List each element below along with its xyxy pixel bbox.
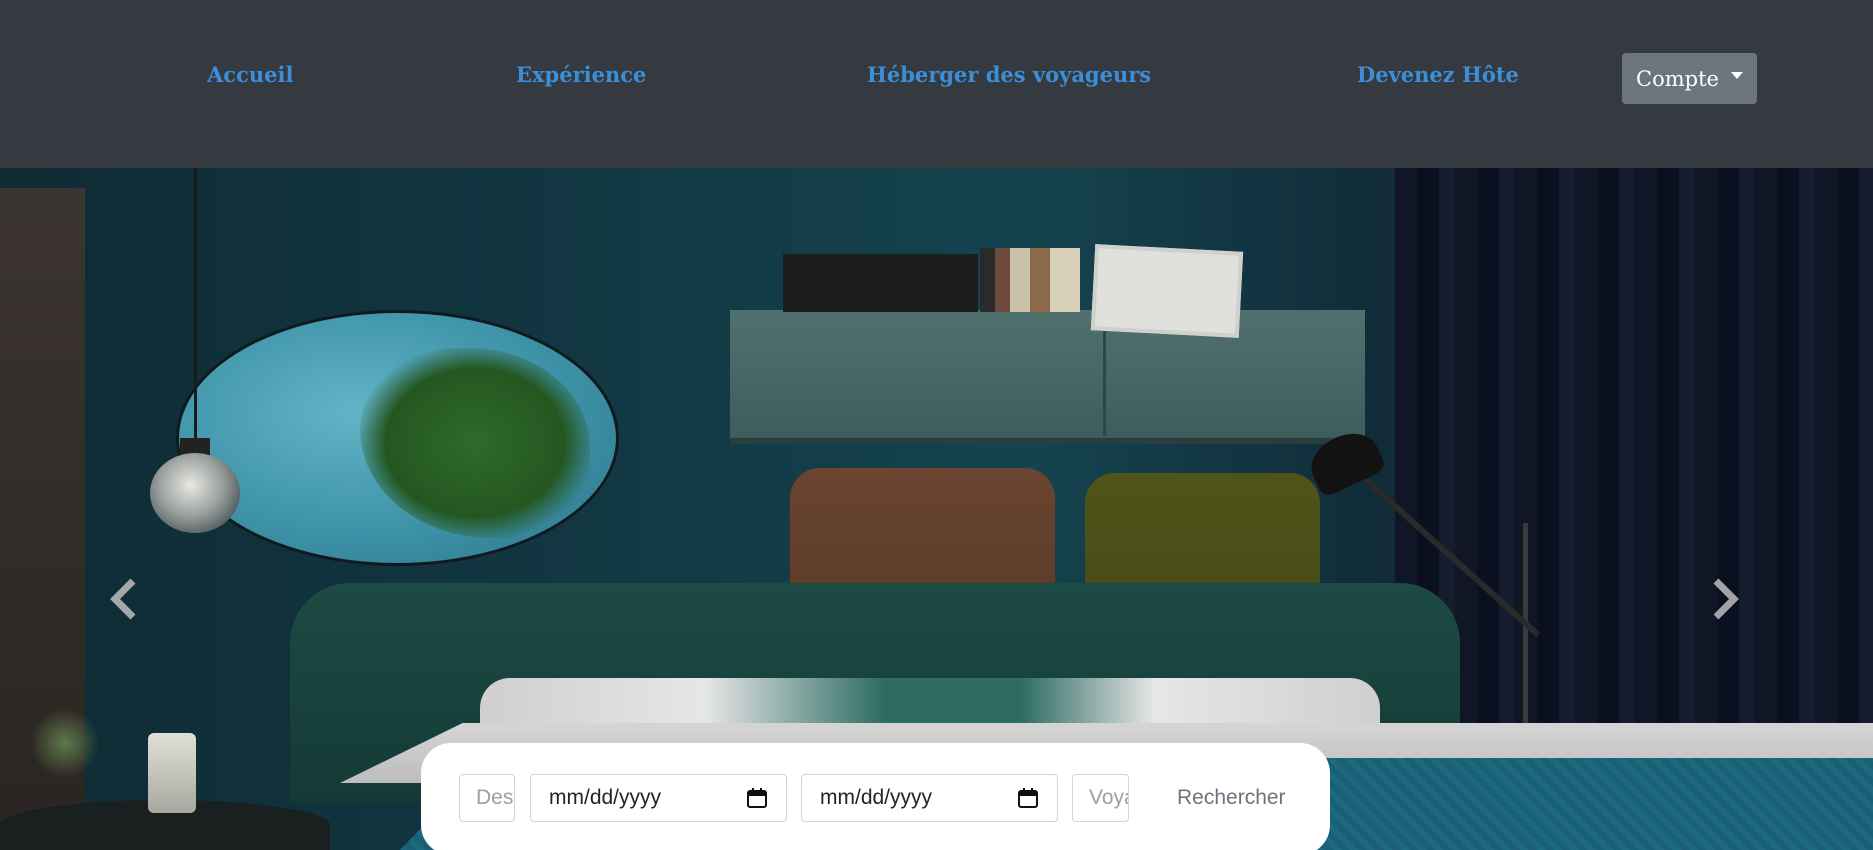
top-navbar: Accueil Expérience Héberger des voyageur… xyxy=(0,0,1873,168)
shelf-divider xyxy=(1103,318,1106,436)
checkout-date-value: mm/dd/yyyy xyxy=(820,786,933,809)
nav-link-heberger[interactable]: Héberger des voyageurs xyxy=(867,62,1151,87)
carousel-prev-button[interactable] xyxy=(104,574,144,624)
checkin-date-input[interactable]: mm/dd/yyyy xyxy=(530,774,787,822)
wall-shelf xyxy=(730,310,1365,444)
books xyxy=(980,248,1080,312)
carousel-next-button[interactable] xyxy=(1705,574,1745,624)
destination-input[interactable]: Destination xyxy=(459,774,515,822)
destination-placeholder: Destination xyxy=(476,786,514,809)
nav-link-accueil[interactable]: Accueil xyxy=(207,62,293,87)
calendar-icon[interactable] xyxy=(1017,787,1039,809)
travelers-input[interactable]: Voyageurs xyxy=(1072,774,1129,822)
search-submit-button[interactable]: Rechercher xyxy=(1163,774,1300,822)
chevron-right-icon xyxy=(1713,578,1739,620)
storage-box xyxy=(783,254,978,312)
account-button-label: Compte xyxy=(1636,66,1719,91)
nav-link-devenez-hote[interactable]: Devenez Hôte xyxy=(1357,62,1519,87)
glass-jar xyxy=(148,733,196,813)
nav-link-experience[interactable]: Expérience xyxy=(516,62,646,87)
pendant-lamp-cord xyxy=(194,168,197,448)
account-dropdown-button[interactable]: Compte xyxy=(1622,53,1757,104)
hero-carousel: Destination mm/dd/yyyy mm/dd/yyyy Voyage… xyxy=(0,168,1873,850)
search-form: Destination mm/dd/yyyy mm/dd/yyyy Voyage… xyxy=(421,743,1330,850)
checkout-date-input[interactable]: mm/dd/yyyy xyxy=(801,774,1058,822)
checkin-date-value: mm/dd/yyyy xyxy=(549,786,662,809)
chevron-left-icon xyxy=(110,578,136,620)
picture-frame xyxy=(1090,244,1244,338)
pendant-lamp-bulb xyxy=(150,453,240,533)
travelers-placeholder: Voyageurs xyxy=(1089,786,1128,809)
small-plant xyxy=(30,708,100,778)
caret-down-icon xyxy=(1730,72,1743,79)
calendar-icon[interactable] xyxy=(746,787,768,809)
